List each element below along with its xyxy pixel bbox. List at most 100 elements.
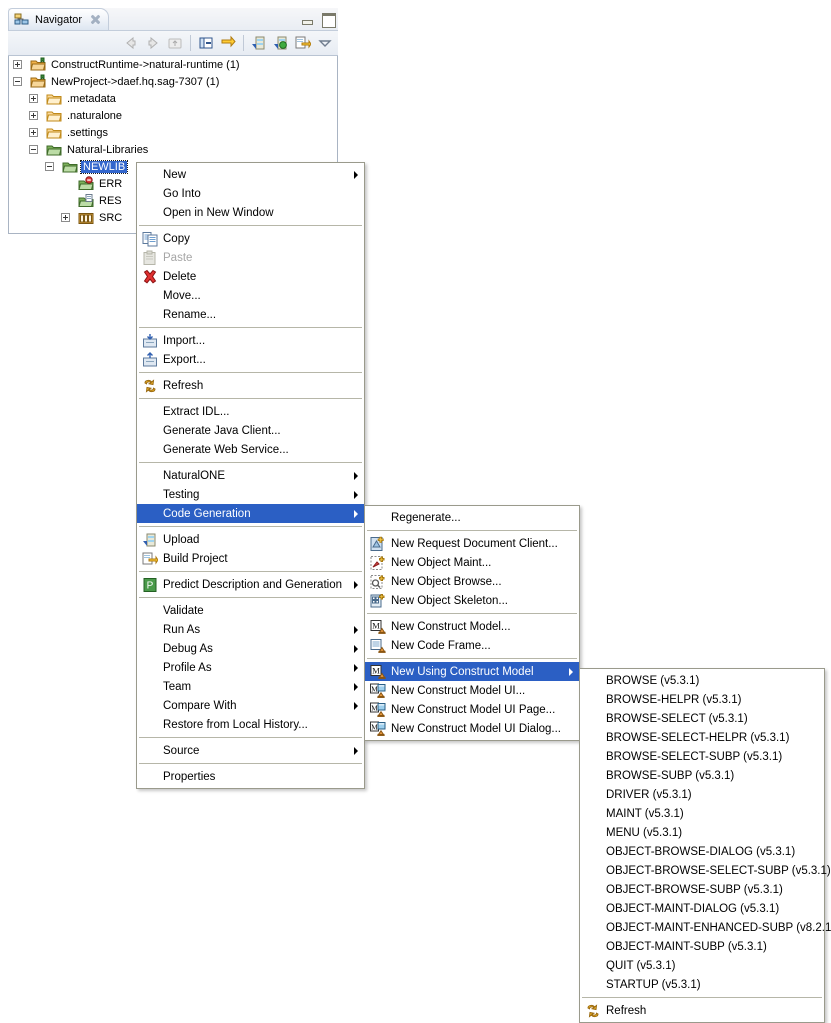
menu-item-validate[interactable]: Validate bbox=[137, 601, 364, 620]
tab-navigator[interactable]: Navigator bbox=[8, 8, 110, 30]
model-item-quit-v5-3-1[interactable]: QUIT (v5.3.1) bbox=[580, 956, 824, 975]
context-menu[interactable]: New Go Into Open in New Window Copy Paste Del… bbox=[136, 162, 365, 789]
tree-expand-plus-icon[interactable] bbox=[61, 213, 70, 222]
codegen-item-new-using-construct-model[interactable]: M New Using Construct Model bbox=[365, 662, 579, 681]
tree-node-label[interactable]: .naturalone bbox=[65, 110, 124, 122]
menu-item-team[interactable]: Team bbox=[137, 677, 364, 696]
codegen-item-new-construct-model-ui-dialog[interactable]: M New Construct Model UI Dialog... bbox=[365, 719, 579, 738]
menu-item-restore-from-local-history[interactable]: Restore from Local History... bbox=[137, 715, 364, 734]
build-project-icon[interactable] bbox=[293, 33, 313, 53]
tree-expand-plus-icon[interactable] bbox=[29, 94, 38, 103]
model-item-browse-subp-v5-3-1[interactable]: BROWSE-SUBP (v5.3.1) bbox=[580, 766, 824, 785]
forward-arrow-icon[interactable] bbox=[143, 33, 163, 53]
menu-item-move[interactable]: Move... bbox=[137, 286, 364, 305]
model-item-object-maint-enhanced-subp-v8-2-1[interactable]: OBJECT-MAINT-ENHANCED-SUBP (v8.2.1) bbox=[580, 918, 831, 937]
menu-item-generate-web-service[interactable]: Generate Web Service... bbox=[137, 440, 364, 459]
menu-item-new[interactable]: New bbox=[137, 165, 364, 184]
menu-item-source[interactable]: Source bbox=[137, 741, 364, 760]
tree-node-label[interactable]: .metadata bbox=[65, 93, 118, 105]
model-item-object-maint-dialog-v5-3-1[interactable]: OBJECT-MAINT-DIALOG (v5.3.1) bbox=[580, 899, 824, 918]
model-item-browse-select-helpr-v5-3-1[interactable]: BROWSE-SELECT-HELPR (v5.3.1) bbox=[580, 728, 824, 747]
menu-item-code-generation[interactable]: Code Generation bbox=[137, 504, 364, 523]
menu-item-import[interactable]: Import... bbox=[137, 331, 364, 350]
codegen-item-new-code-frame[interactable]: New Code Frame... bbox=[365, 636, 579, 655]
tree-node-label[interactable]: SRC bbox=[97, 212, 124, 224]
model-item-driver-v5-3-1[interactable]: DRIVER (v5.3.1) bbox=[580, 785, 824, 804]
codegen-item-new-object-browse[interactable]: New Object Browse... bbox=[365, 572, 579, 591]
tree-row[interactable]: ConstructRuntime->natural-runtime (1) bbox=[9, 56, 337, 73]
menu-item-rename[interactable]: Rename... bbox=[137, 305, 364, 324]
codegen-item-new-construct-model-ui-page[interactable]: M New Construct Model UI Page... bbox=[365, 700, 579, 719]
tree-node-label[interactable]: RES bbox=[97, 195, 124, 207]
tree-node-label[interactable]: NewProject->daef.hq.sag-7307 (1) bbox=[49, 76, 221, 88]
menu-item-testing[interactable]: Testing bbox=[137, 485, 364, 504]
tree-node-label[interactable]: ERR bbox=[97, 178, 124, 190]
menu-item-run-as[interactable]: Run As bbox=[137, 620, 364, 639]
upload-icon[interactable] bbox=[271, 33, 291, 53]
link-with-editor-icon[interactable] bbox=[218, 33, 238, 53]
menu-item-generate-java-client[interactable]: Generate Java Client... bbox=[137, 421, 364, 440]
menu-item-refresh[interactable]: Refresh bbox=[137, 376, 364, 395]
tree-row[interactable]: .metadata bbox=[9, 90, 337, 107]
model-item-refresh[interactable]: Refresh bbox=[580, 1001, 824, 1020]
menu-item-open-in-new-window[interactable]: Open in New Window bbox=[137, 203, 364, 222]
model-item-object-browse-select-subp-v5-3-1[interactable]: OBJECT-BROWSE-SELECT-SUBP (v5.3.1) bbox=[580, 861, 831, 880]
menu-item-compare-with[interactable]: Compare With bbox=[137, 696, 364, 715]
tree-expand-plus-icon[interactable] bbox=[13, 60, 22, 69]
menu-item-label: Refresh bbox=[163, 379, 204, 392]
close-icon[interactable] bbox=[89, 13, 102, 26]
menu-item-go-into[interactable]: Go Into bbox=[137, 184, 364, 203]
model-item-maint-v5-3-1[interactable]: MAINT (v5.3.1) bbox=[580, 804, 824, 823]
tree-row[interactable]: .naturalone bbox=[9, 107, 337, 124]
download-icon[interactable] bbox=[249, 33, 269, 53]
codegen-item-new-request-document-client[interactable]: New Request Document Client... bbox=[365, 534, 579, 553]
tree-expand-minus-icon[interactable] bbox=[29, 145, 38, 154]
model-item-startup-v5-3-1[interactable]: STARTUP (v5.3.1) bbox=[580, 975, 824, 994]
tree-expand-plus-icon[interactable] bbox=[29, 111, 38, 120]
codegen-item-new-construct-model[interactable]: M New Construct Model... bbox=[365, 617, 579, 636]
up-arrow-icon[interactable] bbox=[165, 33, 185, 53]
menu-item-naturalone[interactable]: NaturalONE bbox=[137, 466, 364, 485]
model-item-browse-select-v5-3-1[interactable]: BROWSE-SELECT (v5.3.1) bbox=[580, 709, 824, 728]
submenu-arrow-icon bbox=[354, 625, 358, 634]
tree-row[interactable]: NewProject->daef.hq.sag-7307 (1) bbox=[9, 73, 337, 90]
menu-item-profile-as[interactable]: Profile As bbox=[137, 658, 364, 677]
menu-item-debug-as[interactable]: Debug As bbox=[137, 639, 364, 658]
tree-node-label[interactable]: Natural-Libraries bbox=[65, 144, 150, 156]
collapse-all-icon[interactable] bbox=[196, 33, 216, 53]
codegen-item-new-object-maint[interactable]: New Object Maint... bbox=[365, 553, 579, 572]
menu-item-properties[interactable]: Properties bbox=[137, 767, 364, 786]
menu-item-export[interactable]: Export... bbox=[137, 350, 364, 369]
maximize-icon[interactable] bbox=[320, 12, 336, 28]
model-item-object-browse-subp-v5-3-1[interactable]: OBJECT-BROWSE-SUBP (v5.3.1) bbox=[580, 880, 824, 899]
menu-item-extract-idl[interactable]: Extract IDL... bbox=[137, 402, 364, 421]
model-item-object-maint-subp-v5-3-1[interactable]: OBJECT-MAINT-SUBP (v5.3.1) bbox=[580, 937, 824, 956]
menu-item-upload[interactable]: Upload bbox=[137, 530, 364, 549]
tree-expand-minus-icon[interactable] bbox=[13, 77, 22, 86]
back-arrow-icon[interactable] bbox=[121, 33, 141, 53]
model-item-browse-helpr-v5-3-1[interactable]: BROWSE-HELPR (v5.3.1) bbox=[580, 690, 824, 709]
tree-expand-plus-icon[interactable] bbox=[29, 128, 38, 137]
tree-expand-minus-icon[interactable] bbox=[45, 162, 54, 171]
menu-item-delete[interactable]: Delete bbox=[137, 267, 364, 286]
no-icon bbox=[141, 468, 159, 484]
codegen-item-regenerate[interactable]: Regenerate... bbox=[365, 508, 579, 527]
codegen-item-new-object-skeleton[interactable]: New Object Skeleton... bbox=[365, 591, 579, 610]
code-generation-submenu[interactable]: Regenerate... New Request Document Client… bbox=[364, 505, 580, 741]
minimize-icon[interactable] bbox=[299, 12, 315, 26]
tree-node-label[interactable]: NEWLIB bbox=[79, 159, 129, 174]
model-item-browse-v5-3-1[interactable]: BROWSE (v5.3.1) bbox=[580, 671, 824, 690]
model-item-object-browse-dialog-v5-3-1[interactable]: OBJECT-BROWSE-DIALOG (v5.3.1) bbox=[580, 842, 824, 861]
tree-node-label[interactable]: ConstructRuntime->natural-runtime (1) bbox=[49, 59, 242, 71]
codegen-item-new-construct-model-ui[interactable]: M New Construct Model UI... bbox=[365, 681, 579, 700]
construct-models-submenu[interactable]: BROWSE (v5.3.1) BROWSE-HELPR (v5.3.1) BROW… bbox=[579, 668, 831, 1023]
menu-item-predict-description-and-generation[interactable]: P Predict Description and Generation bbox=[137, 575, 364, 594]
model-item-browse-select-subp-v5-3-1[interactable]: BROWSE-SELECT-SUBP (v5.3.1) bbox=[580, 747, 824, 766]
menu-item-build-project[interactable]: Build Project bbox=[137, 549, 364, 568]
menu-item-copy[interactable]: Copy bbox=[137, 229, 364, 248]
tree-row[interactable]: .settings bbox=[9, 124, 337, 141]
view-menu-icon[interactable] bbox=[315, 33, 335, 53]
tree-node-label[interactable]: .settings bbox=[65, 127, 110, 139]
model-item-menu-v5-3-1[interactable]: MENU (v5.3.1) bbox=[580, 823, 824, 842]
tree-row[interactable]: Natural-Libraries bbox=[9, 141, 337, 158]
